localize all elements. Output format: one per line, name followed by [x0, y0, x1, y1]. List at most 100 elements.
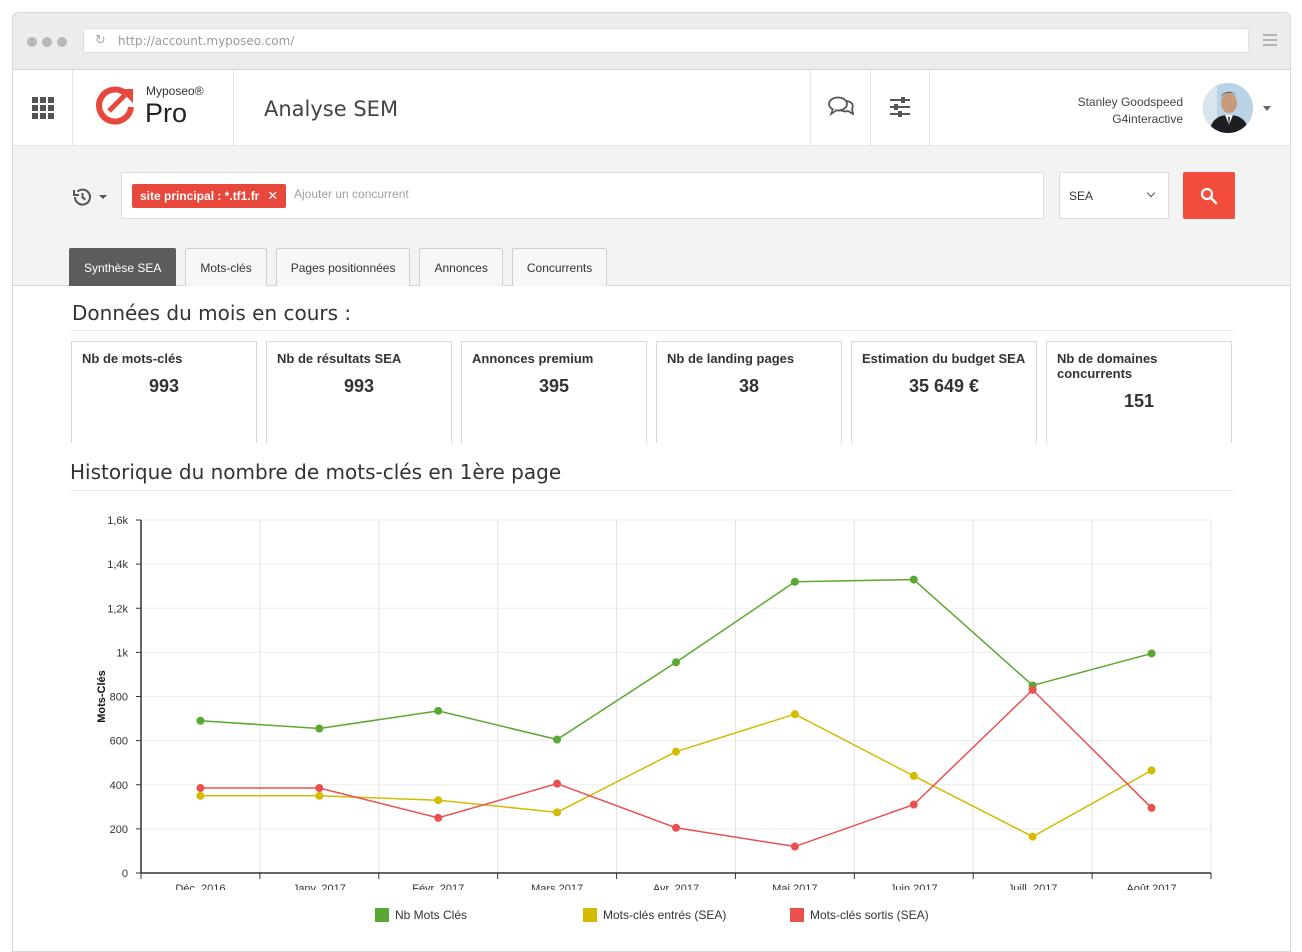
stat-label: Nb de résultats SEA [277, 351, 402, 366]
history-button[interactable] [71, 186, 107, 212]
y-tick-label: 1,2k [107, 603, 128, 615]
stat-value: 993 [148, 376, 180, 396]
legend-item-mots-cles-sortis[interactable]: Mots-clés sortis (SEA) [790, 908, 929, 922]
grid-icon [32, 97, 54, 119]
tab-mots-cles[interactable]: Mots-clés [185, 248, 267, 286]
y-axis-label: Mots-Clés [96, 670, 108, 723]
user-company: G4interactive [1112, 112, 1183, 126]
data-point [434, 813, 443, 822]
legend-item-nb-mots-cles[interactable]: Nb Mots Clés [375, 908, 467, 922]
x-tick-label: Août 2017 [1126, 883, 1176, 890]
monthly-data-title: Données du mois en cours : [72, 301, 352, 325]
stat-label: Nb de landing pages [667, 351, 795, 366]
stat-card-keywords: Nb de mots-clés 993 [71, 341, 257, 443]
x-tick-label: Avr. 2017 [653, 883, 699, 890]
browser-toolbar: ↻ http://account.myposeo.com/ [13, 13, 1290, 70]
site-principal-chip[interactable]: site principal : *.tf1.fr ✕ [132, 184, 287, 208]
series-line-2 [200, 688, 1153, 848]
legend-label: Mots-clés entrés (SEA) [603, 908, 727, 922]
stat-value: 38 [738, 376, 760, 396]
tab-concurrents[interactable]: Concurrents [511, 248, 608, 286]
data-point [790, 577, 799, 586]
sliders-icon [890, 97, 910, 117]
y-tick-label: 400 [110, 780, 128, 792]
product-name: Pro [145, 98, 188, 128]
avatar[interactable] [1203, 83, 1253, 133]
browser-menu-icon[interactable] [1263, 34, 1277, 49]
data-point [672, 658, 680, 667]
address-bar[interactable]: ↻ http://account.myposeo.com/ [83, 28, 1249, 53]
data-point [909, 575, 918, 584]
stats-cards: Nb de mots-clés 993 Nb de résultats SEA … [71, 341, 1232, 443]
data-point [672, 823, 680, 832]
legend-label: Nb Mots Clés [395, 908, 468, 922]
stat-value: 35 649 € [908, 376, 980, 396]
history-clock-icon [73, 188, 91, 206]
engine-select[interactable]: SEA [1059, 172, 1169, 219]
stat-card-competitor-domains: Nb de domaines concurrents 151 [1046, 341, 1232, 443]
legend-label: Mots-clés sortis (SEA) [810, 908, 929, 922]
url-text[interactable]: http://account.myposeo.com/ [118, 34, 294, 48]
keywords-history-chart: 0 200 400 600 800 1k 1,2k 1,4k 1,6k Déc. 2016 Janv… [96, 515, 1212, 890]
logo[interactable]: Myposeo® Pro [73, 70, 234, 146]
stat-value: 395 [538, 376, 570, 396]
data-point [909, 800, 918, 809]
search-button[interactable] [1183, 172, 1235, 219]
data-point [1028, 685, 1037, 694]
data-point [553, 735, 562, 744]
legend-swatch [790, 908, 804, 922]
stat-label: Annonces premium [472, 351, 594, 366]
data-point [315, 791, 324, 800]
tab-synthese-sea[interactable]: Synthèse SEA [69, 248, 177, 286]
x-tick-label: Juin 2017 [890, 883, 938, 890]
history-dropdown-icon [99, 195, 107, 199]
legend-swatch [583, 908, 597, 922]
user-name: Stanley Goodspeed [1077, 95, 1183, 109]
y-tick-label: 1,4k [107, 559, 128, 571]
user-info[interactable]: Stanley Goodspeed G4interactive [1013, 94, 1183, 128]
x-tick-label: Févr. 2017 [412, 883, 464, 890]
search-icon [1200, 187, 1218, 205]
stat-card-landing-pages: Nb de landing pages 38 [656, 341, 842, 443]
data-point [790, 710, 799, 719]
user-photo-icon [1203, 83, 1253, 133]
stat-card-premium-ads: Annonces premium 395 [461, 341, 647, 443]
x-tick-label: Juill. 2017 [1008, 883, 1058, 890]
history-title: Historique du nombre de mots-clés en 1èr… [70, 460, 562, 484]
data-point [315, 784, 324, 793]
data-point [315, 724, 324, 733]
stat-value: 151 [1123, 391, 1155, 411]
stat-card-sea-budget: Estimation du budget SEA 35 649 € [851, 341, 1037, 443]
y-tick-label: 0 [122, 868, 128, 880]
chat-button[interactable] [810, 70, 870, 146]
reload-icon[interactable]: ↻ [95, 33, 106, 48]
window-controls[interactable] [27, 37, 67, 47]
search-zone: site principal : *.tf1.fr ✕ SEA Synthèse … [13, 146, 1290, 286]
competitor-input[interactable] [294, 187, 894, 201]
stat-label: Nb de mots-clés [82, 351, 183, 366]
close-icon[interactable]: ✕ [267, 188, 278, 203]
tab-bar: Synthèse SEA Mots-clés Pages positionnée… [69, 248, 608, 286]
apps-grid-button[interactable] [13, 70, 73, 146]
y-tick-label: 1,6k [107, 515, 128, 527]
legend-item-mots-cles-entres[interactable]: Mots-clés entrés (SEA) [583, 908, 726, 922]
data-point [909, 771, 918, 780]
data-point [196, 791, 205, 800]
data-point [1147, 766, 1156, 775]
chart-legend: Nb Mots Clés Mots-clés entrés (SEA) Mots… [13, 908, 1290, 928]
settings-button[interactable] [870, 70, 930, 146]
data-point [672, 747, 680, 756]
legend-swatch [375, 908, 389, 922]
user-menu-caret-icon[interactable] [1263, 106, 1271, 111]
x-tick-label: Janv. 2017 [293, 883, 346, 890]
data-point [553, 808, 562, 817]
data-point [196, 716, 205, 725]
myposeo-logo-icon [96, 86, 134, 125]
stat-label: Estimation du budget SEA [862, 351, 1026, 366]
tab-annonces[interactable]: Annonces [419, 248, 503, 286]
search-box[interactable]: site principal : *.tf1.fr ✕ [121, 172, 1044, 219]
y-tick-label: 200 [110, 824, 128, 836]
data-point [1028, 832, 1037, 841]
divider [71, 490, 1233, 491]
tab-pages-positionnees[interactable]: Pages positionnées [275, 248, 411, 286]
